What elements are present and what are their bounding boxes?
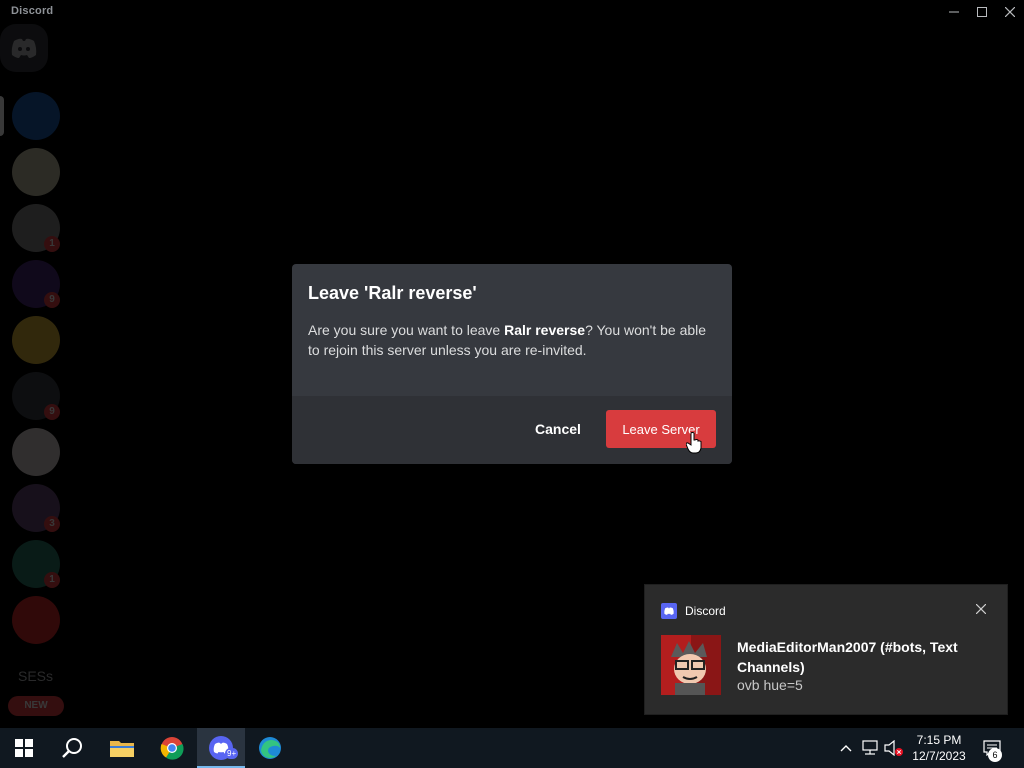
notification-count-badge: 6	[988, 748, 1002, 762]
discord-app-icon	[661, 603, 677, 619]
start-button[interactable]	[0, 728, 48, 768]
toast-title: MediaEditorMan2007 (#bots, Text Channels…	[737, 639, 958, 675]
unread-badge: 3	[44, 516, 60, 532]
server-name: Ralr reverse	[504, 322, 586, 338]
toast-close-button[interactable]	[973, 601, 989, 617]
taskbar: 9+ 7:15 PM 12/7/2023 6	[0, 728, 1024, 768]
discord-window: Discord 1 9 9 3 1 SESs NEW Leave 'Ralr r…	[0, 0, 1024, 768]
unread-badge: 9	[44, 292, 60, 308]
hand-cursor-icon	[686, 432, 702, 454]
edge-icon	[259, 737, 281, 759]
volume-muted-icon	[884, 740, 903, 756]
close-window-button[interactable]	[996, 0, 1024, 24]
cancel-button[interactable]: Cancel	[524, 410, 592, 448]
volume-button[interactable]	[884, 738, 904, 758]
home-button[interactable]	[0, 24, 48, 72]
minimize-icon	[949, 11, 959, 13]
unread-badge: 1	[44, 236, 60, 252]
title-bar: Discord	[0, 0, 1024, 24]
window-title: Discord	[11, 5, 54, 17]
folder-icon	[110, 741, 134, 757]
toast-message: ovb hue=5	[737, 677, 803, 693]
file-explorer-button[interactable]	[98, 728, 146, 768]
server-icon[interactable]	[12, 428, 60, 476]
new-badge[interactable]: NEW	[8, 696, 64, 716]
chrome-button[interactable]	[148, 728, 196, 768]
modal-footer: Cancel Leave Server	[292, 396, 732, 464]
close-icon	[1005, 7, 1015, 17]
search-button[interactable]	[48, 728, 96, 768]
selected-server-pill	[0, 96, 4, 136]
maximize-button[interactable]	[968, 0, 996, 24]
close-icon	[975, 603, 987, 615]
leave-server-modal: Leave 'Ralr reverse' Are you sure you wa…	[292, 264, 732, 464]
server-icon[interactable]	[12, 596, 60, 644]
discord-taskbar-button[interactable]: 9+	[197, 728, 245, 768]
network-icon	[862, 740, 878, 755]
sender-avatar	[661, 635, 721, 695]
show-hidden-icons-button[interactable]	[836, 738, 856, 758]
modal-body: Are you sure you want to leave Ralr reve…	[308, 320, 716, 360]
discord-logo-icon	[11, 38, 37, 58]
modal-title: Leave 'Ralr reverse'	[308, 283, 477, 303]
edge-button[interactable]	[246, 728, 294, 768]
server-icon[interactable]	[12, 316, 60, 364]
network-button[interactable]	[860, 738, 880, 758]
discord-unread-badge: 9+	[225, 748, 239, 759]
unread-badge: 1	[44, 572, 60, 588]
search-icon	[62, 738, 82, 758]
server-icon[interactable]	[12, 92, 60, 140]
server-icon[interactable]	[12, 148, 60, 196]
chevron-up-icon	[840, 745, 852, 752]
toast-notification[interactable]: Discord MediaEditorMan2007 (#bots, Text …	[644, 584, 1008, 715]
server-rail: 1 9 9 3 1 SESs NEW	[0, 24, 72, 728]
minimize-button[interactable]	[940, 0, 968, 24]
taskbar-clock[interactable]: 7:15 PM 12/7/2023	[904, 732, 974, 764]
toast-app-name: Discord	[685, 604, 726, 618]
clock-time: 7:15 PM	[916, 733, 962, 747]
windows-logo-icon	[15, 739, 33, 757]
body-prefix: Are you sure you want to leave	[308, 322, 505, 338]
chrome-icon	[160, 737, 184, 760]
folder-label: SESs	[18, 668, 54, 684]
clock-date: 12/7/2023	[912, 749, 966, 763]
unread-badge: 9	[44, 404, 60, 420]
maximize-icon	[977, 7, 987, 17]
